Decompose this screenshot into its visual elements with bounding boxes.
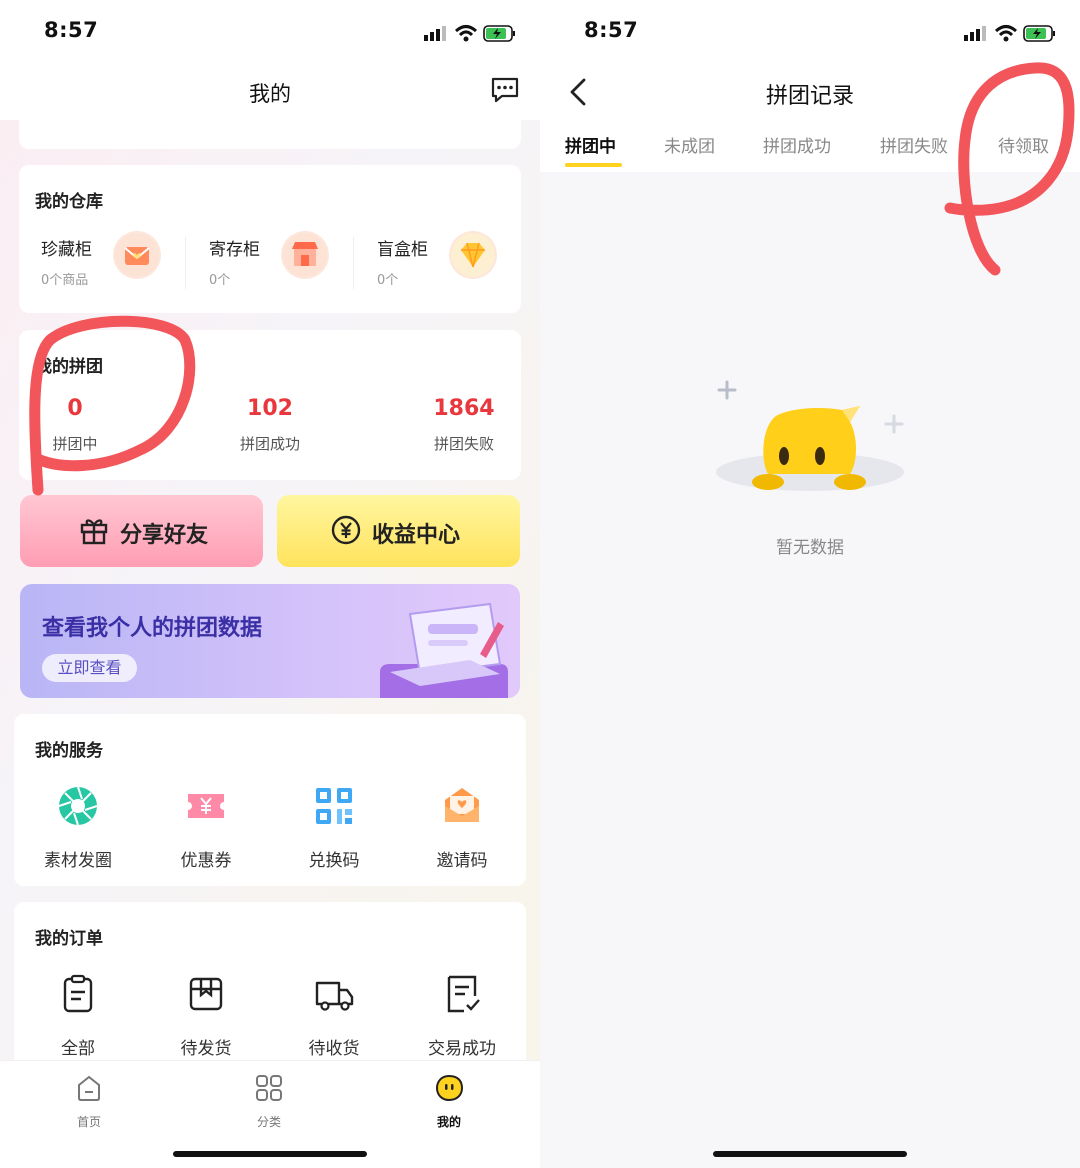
tab-label: 分类: [256, 1115, 281, 1129]
services-title: 我的服务: [35, 741, 103, 761]
gift-icon: [80, 519, 108, 545]
divider: [185, 237, 186, 289]
group-title: 我的拼团: [35, 357, 103, 377]
order-to-ship[interactable]: 待发货: [142, 972, 270, 1059]
grid-icon: [256, 1075, 282, 1101]
warehouse-item-count: 0个: [377, 273, 399, 288]
scrolled-card-stub: [19, 106, 521, 149]
service-label: 优惠券: [180, 851, 232, 871]
tab-failed[interactable]: 拼团失败: [880, 132, 948, 157]
tab-home[interactable]: 首页: [44, 1073, 134, 1130]
invite-envelope-icon: [445, 788, 479, 822]
order-label: 全部: [61, 1039, 95, 1059]
profile-screen: 8:57 我的 我的仓库 珍藏柜 0个商品 寄存柜 0个 盲盒柜 0个 我的拼团…: [0, 0, 540, 1168]
status-bar: 8:57: [0, 0, 540, 62]
tab-category[interactable]: 分类: [224, 1073, 314, 1130]
services-card: 我的服务 素材发圈 优惠券 兑换码 邀请码: [14, 714, 526, 886]
stat-value: 1864: [433, 396, 495, 421]
income-center-button[interactable]: 收益中心: [277, 495, 520, 567]
service-invite-code[interactable]: 邀请码: [398, 784, 526, 871]
service-label: 素材发圈: [44, 851, 112, 871]
storefront-icon: [281, 231, 329, 279]
tab-success[interactable]: 拼团成功: [763, 132, 831, 157]
service-material[interactable]: 素材发圈: [14, 784, 142, 871]
stat-label: 拼团成功: [239, 435, 300, 453]
orders-card: 我的订单 全部 待发货 待收货 交易成功: [14, 902, 526, 1072]
envelope-heart-icon: [113, 231, 161, 279]
diamond-icon: [449, 231, 497, 279]
stat-failed[interactable]: 1864 拼团失败: [404, 396, 524, 454]
order-label: 待发货: [180, 1039, 232, 1059]
warehouse-item-name: 寄存柜: [209, 240, 260, 260]
warehouse-item-collection[interactable]: 珍藏柜 0个商品: [41, 231, 191, 295]
service-redeem-code[interactable]: 兑换码: [270, 784, 398, 871]
group-stats-card: 我的拼团 0 拼团中 102 拼团成功 1864 拼团失败: [19, 330, 521, 480]
box-icon: [189, 977, 223, 1011]
divider: [353, 237, 354, 289]
home-icon: [78, 1075, 100, 1101]
warehouse-item-name: 盲盒柜: [377, 240, 428, 260]
order-label: 交易成功: [428, 1039, 496, 1059]
warehouse-title: 我的仓库: [35, 192, 103, 212]
aperture-icon: [58, 786, 98, 826]
banner-title: 查看我个人的拼团数据: [42, 616, 263, 641]
service-label: 兑换码: [308, 851, 360, 871]
stat-value: 0: [67, 396, 83, 421]
order-all[interactable]: 全部: [14, 972, 142, 1059]
order-completed[interactable]: 交易成功: [398, 972, 526, 1059]
empty-state-text: 暂无数据: [776, 538, 844, 558]
order-label: 待收货: [308, 1039, 360, 1059]
warehouse-item-count: 0个: [209, 273, 231, 288]
truck-icon: [315, 981, 354, 1011]
service-coupon[interactable]: 优惠券: [142, 784, 270, 871]
clipboard-icon: [63, 974, 93, 1013]
warehouse-card: 我的仓库 珍藏柜 0个商品 寄存柜 0个 盲盒柜 0个: [19, 165, 521, 313]
tab-to-claim[interactable]: 待领取: [998, 132, 1049, 157]
home-indicator: [173, 1151, 367, 1157]
tab-in-progress[interactable]: 拼团中: [565, 132, 616, 157]
coupon-icon: [188, 794, 224, 818]
tab-label: 我的: [436, 1115, 461, 1129]
tab-not-formed[interactable]: 未成团: [664, 132, 715, 157]
warehouse-item-blindbox[interactable]: 盲盒柜 0个: [377, 231, 527, 295]
status-icons: [424, 25, 515, 42]
smiley-icon: [435, 1074, 464, 1102]
share-label: 分享好友: [120, 523, 209, 548]
stat-value: 102: [247, 396, 293, 421]
view-now-button[interactable]: 立即查看: [42, 654, 137, 682]
page-header: 拼团记录 拼团中 未成团 拼团成功 拼团失败 待领取: [540, 62, 1080, 172]
group-data-banner[interactable]: 查看我个人的拼团数据 立即查看: [20, 584, 520, 698]
active-tab-indicator: [565, 163, 622, 167]
stat-label: 拼团中: [52, 435, 98, 453]
page-title: 拼团记录: [765, 84, 854, 109]
yuan-coin-icon: [331, 515, 361, 545]
page-title: 我的: [249, 82, 291, 106]
message-icon[interactable]: [490, 76, 520, 104]
empty-state-mascot-icon: [716, 380, 904, 491]
tab-label: 首页: [76, 1115, 101, 1129]
status-icons: [964, 25, 1055, 42]
laptop-illustration-icon: [380, 602, 508, 698]
warehouse-item-name: 珍藏柜: [41, 240, 92, 260]
income-label: 收益中心: [372, 523, 461, 548]
orders-title: 我的订单: [35, 929, 103, 949]
order-to-receive[interactable]: 待收货: [270, 972, 398, 1059]
tab-mine[interactable]: 我的: [404, 1073, 494, 1130]
group-records-screen: 8:57 拼团记录 拼团中 未成团 拼团成功 拼团失败 待领取 暂无数据: [540, 0, 1080, 1168]
status-time: 8:57: [44, 18, 99, 42]
stat-success[interactable]: 102 拼团成功: [210, 396, 330, 454]
service-label: 邀请码: [436, 851, 488, 871]
status-bar: 8:57: [540, 0, 1080, 62]
receipt-check-icon: [447, 975, 480, 1013]
home-indicator: [713, 1151, 907, 1157]
warehouse-item-storage[interactable]: 寄存柜 0个: [209, 231, 359, 295]
stat-label: 拼团失败: [433, 435, 494, 453]
status-time: 8:57: [584, 18, 639, 42]
warehouse-item-count: 0个商品: [41, 273, 89, 288]
stat-in-progress[interactable]: 0 拼团中: [15, 396, 135, 454]
share-friends-button[interactable]: 分享好友: [20, 495, 263, 567]
qr-code-icon: [316, 788, 352, 824]
